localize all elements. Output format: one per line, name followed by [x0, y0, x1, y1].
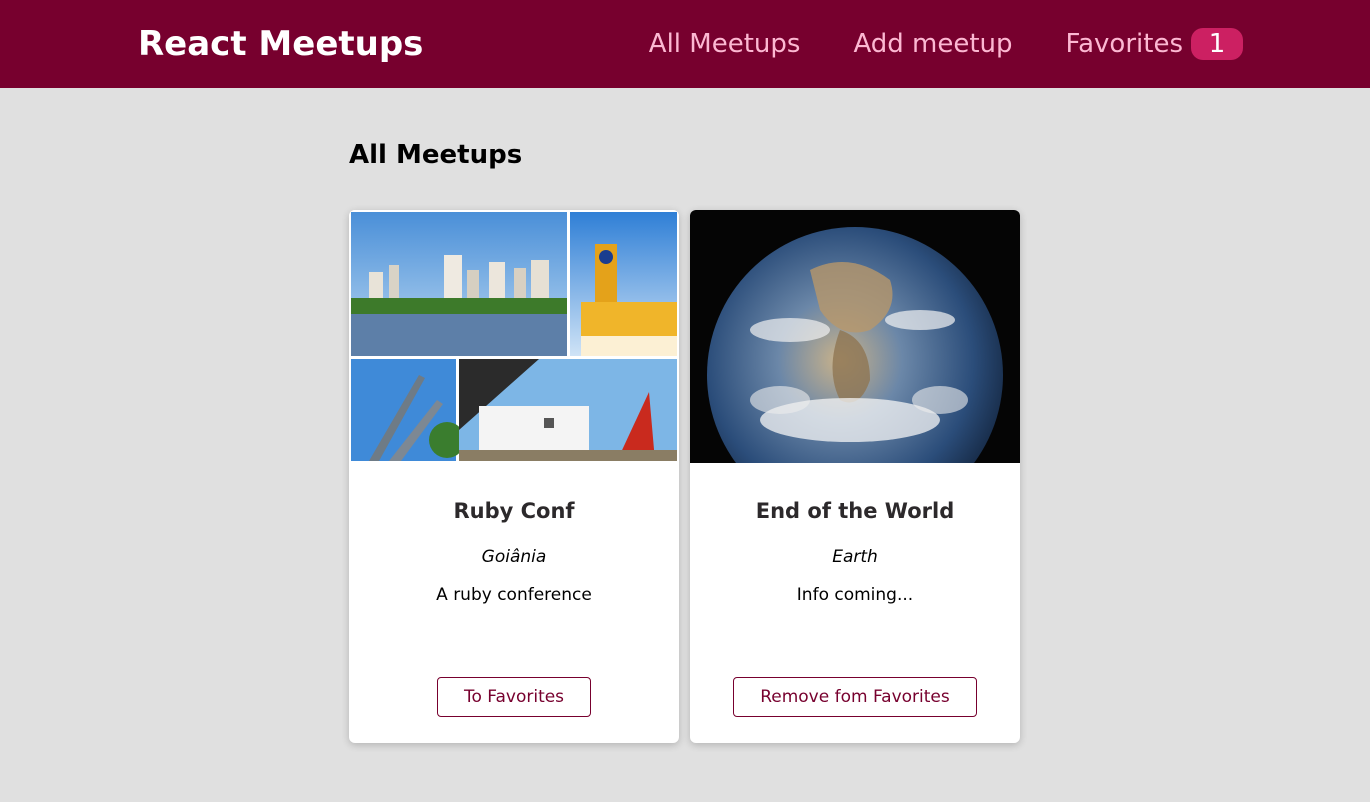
city-collage-image	[349, 210, 679, 463]
meetup-address: Earth	[832, 547, 878, 567]
meetup-actions: Remove fom Favorites	[690, 677, 1020, 717]
nav-links: All Meetups Add meetup Favorites 1	[596, 28, 1243, 60]
app-logo: React Meetups	[138, 24, 424, 64]
meetup-image-collage	[349, 210, 679, 463]
meetup-list: Ruby Conf Goiânia A ruby conference To F…	[349, 210, 1021, 743]
remove-from-favorites-button[interactable]: Remove fom Favorites	[733, 677, 977, 717]
meetup-content: Ruby Conf Goiânia A ruby conference	[349, 463, 679, 605]
main-navigation: React Meetups All Meetups Add meetup Fav…	[0, 0, 1370, 88]
nav-all-meetups[interactable]: All Meetups	[649, 29, 801, 59]
nav-add-meetup[interactable]: Add meetup	[853, 29, 1012, 59]
favorites-count-badge: 1	[1191, 28, 1243, 60]
meetup-title: Ruby Conf	[453, 499, 575, 523]
meetup-description: A ruby conference	[436, 585, 592, 605]
page-title: All Meetups	[349, 140, 523, 170]
meetup-description: Info coming...	[796, 585, 914, 605]
meetup-actions: To Favorites	[349, 677, 679, 717]
earth-image	[690, 210, 1020, 463]
to-favorites-button[interactable]: To Favorites	[436, 677, 592, 717]
nav-favorites-label: Favorites	[1065, 29, 1183, 59]
meetup-card-ruby-conf: Ruby Conf Goiânia A ruby conference To F…	[349, 210, 679, 743]
nav-favorites[interactable]: Favorites 1	[1066, 28, 1243, 60]
main-content: All Meetups Ruby Conf Goiânia A ruby con…	[349, 88, 1021, 743]
meetup-card-end-of-the-world: End of the World Earth Info coming... Re…	[690, 210, 1020, 743]
meetup-address: Goiânia	[481, 547, 547, 567]
meetup-image-earth	[690, 210, 1020, 463]
meetup-content: End of the World Earth Info coming...	[690, 463, 1020, 605]
meetup-title: End of the World	[755, 499, 955, 523]
